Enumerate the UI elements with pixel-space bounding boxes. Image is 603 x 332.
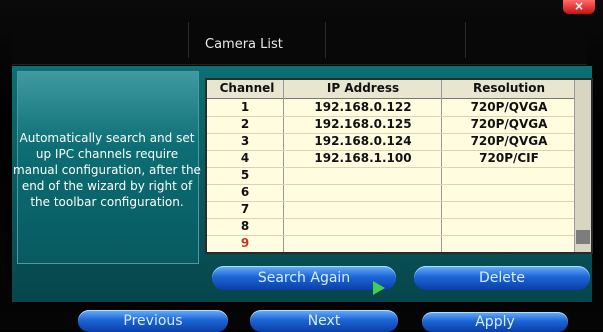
camera-table: Channel IP Address Resolution 1 192.168.… <box>205 78 593 254</box>
table-row[interactable]: 9 <box>207 235 577 252</box>
window-header <box>12 18 587 65</box>
delete-button[interactable]: Delete <box>414 266 590 290</box>
channel-cell: 8 <box>240 219 250 233</box>
channel-cell: 1 <box>240 100 250 114</box>
column-header-channel: Channel <box>219 81 275 95</box>
channel-cell: 7 <box>240 202 250 216</box>
resolution-cell: 720P/CIF <box>479 151 539 165</box>
ip-cell: 192.168.0.124 <box>314 134 412 148</box>
table-row[interactable]: 6 <box>207 184 577 202</box>
scrollbar-thumb[interactable] <box>576 230 590 244</box>
close-button[interactable]: × <box>563 0 595 14</box>
table-scrollbar[interactable] <box>574 80 591 252</box>
channel-cell: 9 <box>240 236 250 250</box>
table-row[interactable]: 7 <box>207 201 577 219</box>
table-row[interactable]: 8 <box>207 218 577 236</box>
channel-cell: 5 <box>240 168 250 182</box>
channel-cell: 4 <box>240 151 250 165</box>
channel-cell: 2 <box>240 117 250 131</box>
resolution-cell: 720P/QVGA <box>470 117 548 131</box>
info-text: Automatically search and set up IPC chan… <box>13 131 201 209</box>
window-title: Camera List <box>205 37 283 52</box>
search-again-button[interactable]: Search Again <box>212 266 396 290</box>
table-header: Channel IP Address Resolution <box>207 80 577 99</box>
cursor-icon <box>373 281 385 295</box>
header-divider-right <box>465 22 466 58</box>
resolution-cell: 720P/QVGA <box>470 100 548 114</box>
table-row[interactable]: 3 192.168.0.124 720P/QVGA <box>207 133 577 151</box>
ip-cell: 192.168.0.125 <box>314 117 412 131</box>
previous-button[interactable]: Previous <box>78 310 228 332</box>
table-row[interactable]: 4 192.168.1.100 720P/CIF <box>207 150 577 168</box>
column-header-ip: IP Address <box>326 81 400 95</box>
resolution-cell: 720P/QVGA <box>470 134 548 148</box>
header-divider-mid <box>325 22 326 58</box>
header-divider-left <box>188 22 189 58</box>
channel-cell: 6 <box>240 185 250 199</box>
table-row[interactable]: 5 <box>207 167 577 185</box>
ip-cell: 192.168.1.100 <box>314 151 412 165</box>
ip-cell: 192.168.0.122 <box>314 100 412 114</box>
column-header-resolution: Resolution <box>472 81 546 95</box>
apply-button[interactable]: Apply <box>422 312 568 332</box>
next-button[interactable]: Next <box>250 310 398 332</box>
table-row[interactable]: 2 192.168.0.125 720P/QVGA <box>207 116 577 134</box>
channel-cell: 3 <box>240 134 250 148</box>
table-row[interactable]: 1 192.168.0.122 720P/QVGA <box>207 99 577 117</box>
